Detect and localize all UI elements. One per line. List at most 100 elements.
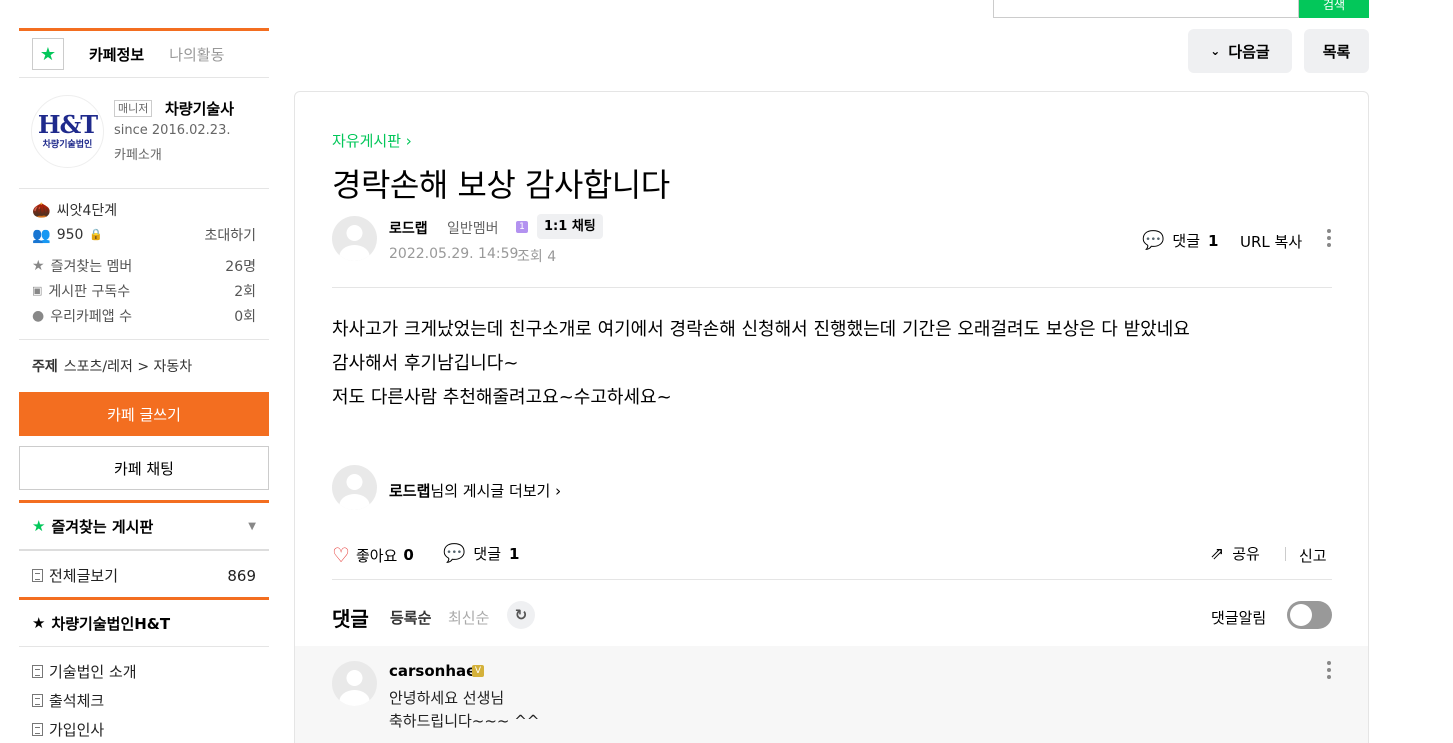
comment-text: 안녕하세요 선생님 축하드립니다~~~ ^^ — [389, 687, 539, 733]
one-to-one-chat-button[interactable]: 1:1 채팅 — [537, 214, 603, 239]
author-avatar[interactable] — [332, 216, 377, 261]
search-button[interactable]: 검색 — [1299, 0, 1369, 18]
commenter-name[interactable]: carsonhae — [389, 662, 476, 680]
sort-by-registered[interactable]: 등록순 — [390, 607, 431, 628]
cafe-topic: 주제 스포츠/레저 > 자동차 — [19, 340, 269, 392]
menu-item-label: 가입인사 — [49, 721, 105, 739]
share-icon: ⇗ — [1210, 543, 1225, 564]
more-options-icon[interactable] — [1327, 229, 1331, 247]
stat-value: 0회 — [234, 308, 256, 325]
stat-label: 즐겨찾는 멤버 — [50, 258, 133, 275]
write-post-button[interactable]: 카페 글쓰기 — [19, 392, 269, 436]
member-level: 일반멤버 — [447, 221, 499, 237]
star-icon[interactable]: ★ — [32, 38, 64, 70]
sort-by-latest[interactable]: 최신순 — [448, 607, 489, 628]
divider — [1285, 547, 1286, 561]
invite-link[interactable]: 초대하기 — [204, 225, 256, 245]
menu-item-greeting[interactable]: 가입인사 — [19, 715, 269, 743]
since-date: since 2016.02.23. — [114, 123, 231, 138]
logo-subtext: 차량기술법인 — [42, 140, 93, 150]
members-icon: 👥 — [32, 225, 51, 244]
body-line: 저도 다른사람 추천해줄려고요~수고하세요~ — [332, 387, 672, 408]
comment-count: 1 — [509, 544, 520, 563]
star-icon: ★ — [32, 257, 45, 274]
document-icon — [32, 723, 43, 736]
comment-button[interactable]: 💬 댓글 1 — [443, 543, 519, 564]
all-posts-link[interactable]: 전체글보기 869 — [19, 561, 269, 590]
comments-heading: 댓글 — [332, 607, 369, 631]
author-name[interactable]: 로드랩 — [389, 218, 428, 238]
body-line: 차사고가 크게났었는데 친구소개로 여기에서 경락손해 신청해서 진행했는데 기… — [332, 319, 1190, 340]
stat-label: 게시판 구독수 — [48, 283, 131, 300]
all-posts-count: 869 — [227, 566, 256, 585]
comment-options-icon[interactable] — [1327, 661, 1331, 679]
chevron-down-icon: ⌄ — [1210, 44, 1221, 58]
cafe-logo[interactable]: H&T 차량기술법인 — [31, 95, 104, 168]
cafe-sidebar: ★ 카페정보 나의활동 H&T 차량기술법인 매니저 차량기술사 since 2… — [19, 28, 269, 743]
member-count[interactable]: 950 — [57, 227, 84, 243]
manager-name[interactable]: 차량기술사 — [165, 98, 234, 119]
article-title: 경락손해 보상 감사합니다 — [332, 166, 670, 204]
divider — [332, 579, 1332, 580]
cafe-intro-link[interactable]: 카페소개 — [114, 144, 162, 163]
comment-count: 1 — [1208, 231, 1219, 250]
stat-label: 우리카페앱 수 — [50, 308, 132, 325]
comment-notify-toggle[interactable] — [1287, 601, 1332, 629]
favorite-boards-header[interactable]: ★ 즐겨찾는 게시판 ▼ — [19, 503, 269, 549]
star-icon: ★ — [32, 517, 46, 535]
star-icon: ★ — [32, 614, 46, 632]
cafe-stats: 🌰 씨앗4단계 👥 950 🔒 초대하기 ★ 즐겨찾는 멤버 26명 ▣ 게시판 구독수 … — [19, 189, 269, 339]
menu-item-label: 출석체크 — [49, 692, 105, 710]
stat-value: 26명 — [225, 258, 256, 275]
like-count: 0 — [403, 546, 414, 564]
share-label: 공유 — [1232, 545, 1260, 563]
article-body: 차사고가 크게났었는데 친구소개로 여기에서 경락손해 신청해서 진행했는데 기… — [332, 313, 1190, 415]
logo-text: H&T — [37, 110, 98, 139]
comment-icon: 💬 — [1142, 230, 1165, 251]
rss-icon: ▣ — [32, 284, 43, 297]
search-input[interactable] — [993, 0, 1299, 18]
tab-my-activity[interactable]: 나의활동 — [169, 44, 224, 65]
level-badge-icon: 1 — [516, 221, 528, 233]
like-button[interactable]: ♡ 좋아요 0 — [332, 543, 414, 567]
board-link[interactable]: 자유게시판 › — [332, 130, 412, 151]
app-icon: ● — [32, 307, 45, 324]
topic-value[interactable]: 스포츠/레저 > 자동차 — [64, 356, 192, 376]
group-header: ★ 차량기술법인H&T — [19, 600, 269, 646]
document-icon — [32, 569, 43, 582]
attendance-icon — [32, 694, 43, 707]
comment-line: 안녕하세요 선생님 — [389, 689, 505, 707]
comment-label: 댓글 — [473, 545, 502, 563]
sidebar-tabs: ★ 카페정보 나의활동 — [19, 31, 269, 77]
menu-item-label: 기술법인 소개 — [49, 663, 137, 681]
caret-down-icon[interactable]: ▼ — [248, 521, 256, 532]
toggle-knob — [1290, 604, 1312, 626]
comment-count-link[interactable]: 💬 댓글 1 — [1142, 230, 1218, 251]
cafe-info: H&T 차량기술법인 매니저 차량기술사 since 2016.02.23. 카… — [19, 78, 269, 188]
commenter-avatar[interactable] — [332, 661, 377, 706]
cafe-grade[interactable]: 씨앗4단계 — [57, 200, 117, 220]
share-button[interactable]: ⇗ 공유 — [1210, 543, 1260, 564]
cafe-chat-button[interactable]: 카페 채팅 — [19, 446, 269, 490]
refresh-icon[interactable]: ↻ — [507, 601, 535, 629]
url-copy-button[interactable]: URL 복사 — [1240, 231, 1302, 252]
menu-item-intro[interactable]: 기술법인 소개 — [19, 657, 269, 686]
all-posts-label: 전체글보기 — [49, 567, 119, 585]
like-label: 좋아요 — [355, 546, 398, 565]
comment-icon: 💬 — [443, 543, 466, 564]
comment-label: 댓글 — [1172, 232, 1201, 250]
post-date: 2022.05.29. 14:59 — [389, 246, 519, 262]
comment-line: 축하드립니다~~~ ^^ — [389, 712, 540, 730]
member-badge-icon: V — [472, 665, 484, 677]
list-button[interactable]: 목록 — [1304, 29, 1369, 73]
tab-cafe-info[interactable]: 카페정보 — [89, 44, 144, 65]
body-line: 감사해서 후기남깁니다~ — [332, 353, 519, 374]
view-count: 조회 4 — [517, 249, 557, 265]
report-button[interactable]: 신고 — [1299, 545, 1327, 566]
menu-item-attendance[interactable]: 출석체크 — [19, 686, 269, 715]
author-avatar[interactable] — [332, 465, 377, 510]
next-post-button[interactable]: ⌄ 다음글 — [1188, 29, 1292, 73]
author-more-posts-link[interactable]: 로드랩님의 게시글 더보기 › — [389, 480, 561, 501]
seed-icon: 🌰 — [32, 200, 51, 219]
group-title: 차량기술법인H&T — [51, 614, 171, 633]
